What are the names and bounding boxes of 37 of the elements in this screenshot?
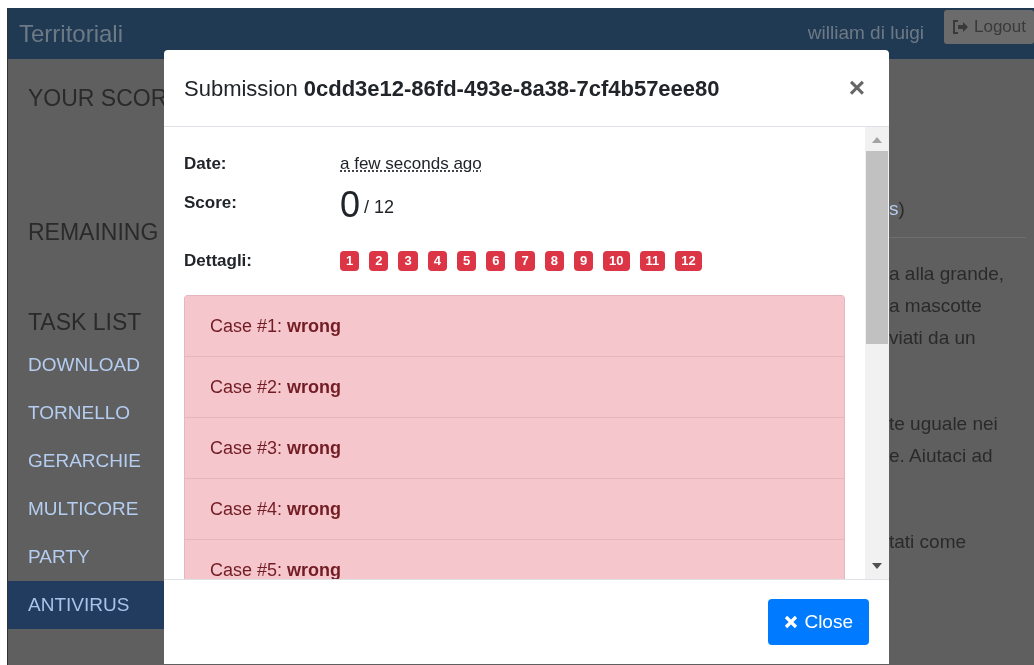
date-value: a few seconds ago [340,153,482,176]
link[interactable]: s [889,195,899,227]
close-button[interactable]: Close [768,599,869,645]
testcase-badge[interactable]: 10 [603,251,630,271]
close-icon [784,615,799,629]
close-button[interactable]: × [848,74,865,102]
scroll-down-icon[interactable] [872,563,882,569]
testcase-badge[interactable]: 12 [675,251,702,271]
testcase-badge[interactable]: 11 [639,251,666,271]
testcase-badge[interactable]: 8 [544,251,564,271]
testcase-badge[interactable]: 4 [427,251,447,271]
scrollbar[interactable] [865,127,889,579]
testcase-badge[interactable]: 5 [456,251,477,271]
scroll-thumb[interactable] [866,151,888,344]
text: ) [898,197,905,221]
testcase-badge[interactable]: 7 [515,251,535,271]
case-result: Case #4: wrong [210,497,342,521]
dialog-title: Submission [184,74,298,103]
testcase-badge[interactable]: 1 [340,251,360,271]
submission-id: 0cdd3e12-86fd-493e-8a38-7cf4b57eee80 [303,74,720,103]
field-label: Score: [184,191,238,214]
testcase-badge[interactable]: 2 [369,251,389,271]
case-result: Case #3: wrong [210,436,342,460]
testcase-badge[interactable]: 3 [398,251,418,271]
field-label: Date: [184,153,228,176]
testcase-badge[interactable]: 9 [573,251,594,271]
case-result: Case #5: wrong [210,558,342,579]
logout-icon [952,20,968,34]
testcase-badge[interactable]: 6 [486,251,506,271]
case-result: Case #2: wrong [210,375,342,399]
brand-title[interactable]: Territoriali [19,15,123,52]
score-value: 0 [340,187,361,223]
case-result: Case #1: wrong [210,314,342,338]
score-max: / 12 [364,196,395,219]
user-name: william di luigi [807,21,924,46]
scroll-up-icon[interactable] [872,137,882,143]
field-label: Dettagli: [184,250,253,273]
